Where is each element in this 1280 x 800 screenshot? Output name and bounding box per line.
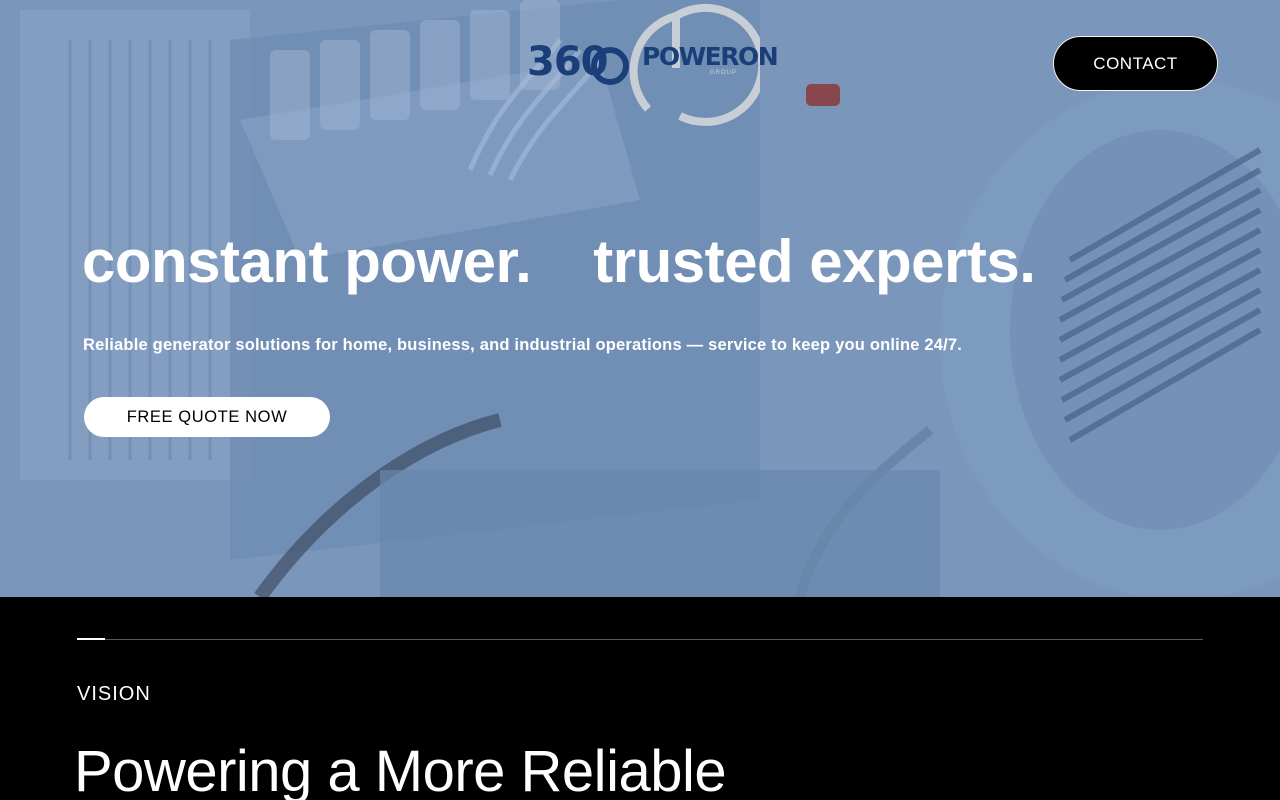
company-logo[interactable]: 360 POWERON GROUP (520, 4, 779, 126)
contact-button[interactable]: CONTACT (1053, 36, 1218, 91)
hero-subtitle: Reliable generator solutions for home, b… (83, 336, 963, 354)
logo-subtext: GROUP (710, 70, 738, 76)
vision-heading: Powering a More Reliable (74, 739, 727, 800)
hero-section: 360 POWERON GROUP CONTACT constant power… (0, 0, 1280, 597)
hero-headline: constant power. trusted experts. (82, 226, 1036, 298)
section-divider-accent (77, 638, 105, 640)
vision-label: VISION (77, 683, 151, 705)
section-divider (77, 639, 1203, 640)
logo-brand-text: POWERON (642, 42, 779, 71)
logo-number: 360 (527, 39, 608, 85)
headline-part-2: trusted experts. (593, 228, 1036, 295)
free-quote-button[interactable]: FREE QUOTE NOW (84, 397, 330, 437)
vision-section: VISION Powering a More Reliable (0, 597, 1280, 800)
headline-part-1: constant power. (82, 228, 532, 295)
